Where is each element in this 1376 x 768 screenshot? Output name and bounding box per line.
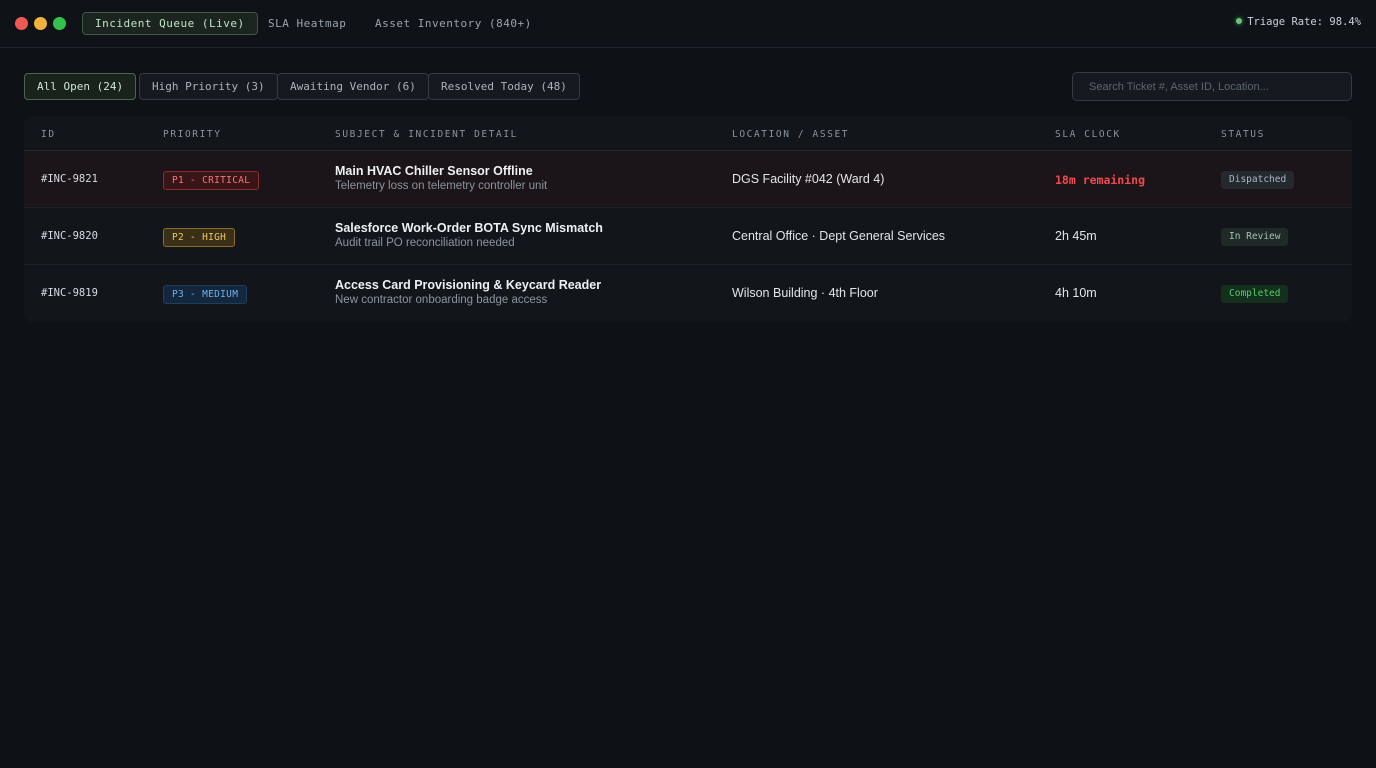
header-status[interactable]: STATUS (1221, 129, 1265, 140)
incident-title: Main HVAC Chiller Sensor Offline (335, 164, 533, 178)
incident-detail: Audit trail PO reconciliation needed (335, 237, 515, 249)
tab-incident-queue[interactable]: Incident Queue (Live) (82, 12, 258, 35)
minimize-window-button[interactable] (34, 17, 47, 30)
priority-badge: P3 - MEDIUM (163, 285, 248, 304)
priority-badge: P1 - CRITICAL (163, 171, 260, 190)
incident-id: #INC-9821 (41, 173, 98, 185)
tab-asset-inventory[interactable]: Asset Inventory (840+) (362, 12, 545, 35)
tab-sla-heatmap[interactable]: SLA Heatmap (255, 12, 359, 35)
triage-rate-indicator: Triage Rate: 98.4% (1236, 16, 1361, 28)
sla-clock: 18m remaining (1055, 173, 1146, 187)
search-input[interactable] (1072, 72, 1352, 101)
incident-location: Central Office · Dept General Services (732, 229, 946, 243)
table-header: ID PRIORITY SUBJECT & INCIDENT DETAIL LO… (24, 116, 1352, 151)
header-priority[interactable]: PRIORITY (163, 129, 222, 140)
sla-clock: 2h 45m (1055, 229, 1097, 243)
status-badge: Dispatched (1221, 171, 1295, 189)
incident-detail: New contractor onboarding badge access (335, 294, 548, 306)
header-location[interactable]: LOCATION / ASSET (732, 129, 849, 140)
header-sla-clock[interactable]: SLA CLOCK (1055, 129, 1121, 140)
incident-title: Salesforce Work-Order BOTA Sync Mismatch (335, 221, 603, 235)
table-row[interactable]: #INC-9821 P1 - CRITICAL Main HVAC Chille… (24, 151, 1352, 208)
status-badge: Completed (1221, 285, 1289, 303)
incident-detail: Telemetry loss on telemetry controller u… (335, 180, 548, 192)
status-badge: In Review (1221, 228, 1289, 246)
sla-clock: 4h 10m (1055, 286, 1097, 300)
incident-table: ID PRIORITY SUBJECT & INCIDENT DETAIL LO… (24, 116, 1352, 322)
incident-subject: Access Card Provisioning & Keycard Reade… (335, 278, 601, 306)
table-row[interactable]: #INC-9820 P2 - HIGH Salesforce Work-Orde… (24, 208, 1352, 265)
filter-resolved-today[interactable]: Resolved Today (48) (428, 73, 580, 100)
incident-id: #INC-9820 (41, 230, 98, 242)
triage-rate-label: Triage Rate: 98.4% (1247, 16, 1361, 28)
maximize-window-button[interactable] (53, 17, 66, 30)
title-bar: Incident Queue (Live) SLA Heatmap Asset … (0, 0, 1376, 48)
incident-location: DGS Facility #042 (Ward 4) (732, 172, 885, 186)
priority-badge: P2 - HIGH (163, 228, 236, 247)
table-row[interactable]: #INC-9819 P3 - MEDIUM Access Card Provis… (24, 265, 1352, 322)
filter-high-priority[interactable]: High Priority (3) (139, 73, 278, 100)
incident-subject: Salesforce Work-Order BOTA Sync Mismatch… (335, 221, 603, 249)
incident-title: Access Card Provisioning & Keycard Reade… (335, 278, 602, 292)
close-window-button[interactable] (15, 17, 28, 30)
incident-subject: Main HVAC Chiller Sensor Offline Telemet… (335, 164, 547, 192)
filter-all-open[interactable]: All Open (24) (24, 73, 137, 100)
header-id[interactable]: ID (41, 129, 56, 140)
header-subject[interactable]: SUBJECT & INCIDENT DETAIL (335, 129, 518, 140)
status-dot-icon (1236, 18, 1243, 24)
incident-location: Wilson Building · 4th Floor (732, 286, 878, 300)
incident-id: #INC-9819 (41, 287, 98, 299)
filter-awaiting-vendor[interactable]: Awaiting Vendor (6) (277, 73, 429, 100)
